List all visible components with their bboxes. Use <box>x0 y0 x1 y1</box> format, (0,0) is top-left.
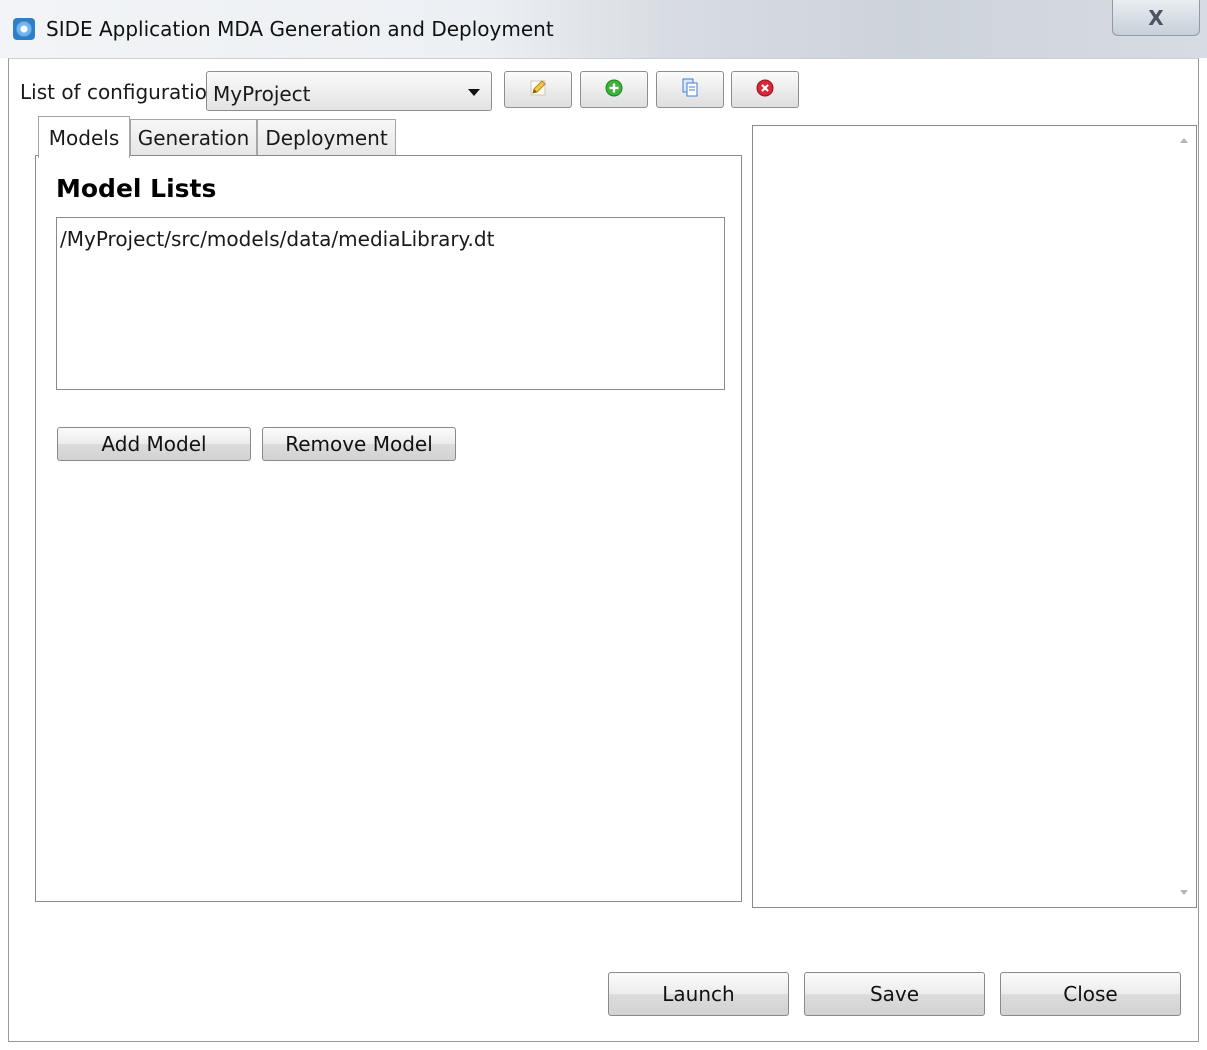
scroll-down-arrow-icon[interactable] <box>1180 890 1188 895</box>
section-title: Model Lists <box>56 174 217 203</box>
remove-model-button[interactable]: Remove Model <box>262 427 456 461</box>
add-config-button[interactable] <box>580 71 648 108</box>
tab-models-label: Models <box>48 125 120 150</box>
title-bar: SIDE Application MDA Generation and Depl… <box>0 0 1207 58</box>
remove-circle-icon <box>756 79 774 101</box>
plus-circle-icon <box>605 79 623 101</box>
add-model-button[interactable]: Add Model <box>57 427 251 461</box>
vertical-scrollbar[interactable] <box>1172 126 1196 907</box>
launch-button[interactable]: Launch <box>608 972 789 1016</box>
config-select-value: MyProject <box>213 82 311 106</box>
window-title: SIDE Application MDA Generation and Depl… <box>46 17 554 41</box>
list-item[interactable]: /MyProject/src/models/data/mediaLibrary.… <box>60 227 494 251</box>
scroll-up-arrow-icon[interactable] <box>1180 138 1188 143</box>
tab-deployment[interactable]: Deployment <box>257 119 396 155</box>
window-close-button[interactable]: X <box>1112 0 1200 36</box>
models-tab-panel: Model Lists /MyProject/src/models/data/m… <box>35 155 742 902</box>
tab-models[interactable]: Models <box>38 116 130 158</box>
edit-config-button[interactable] <box>504 71 572 108</box>
model-list[interactable]: /MyProject/src/models/data/mediaLibrary.… <box>56 217 725 390</box>
close-button[interactable]: Close <box>1000 972 1181 1016</box>
delete-config-button[interactable] <box>731 71 799 108</box>
copy-icon <box>681 78 699 102</box>
pencil-icon <box>528 78 548 102</box>
config-select[interactable]: MyProject <box>206 71 492 111</box>
app-icon <box>13 18 35 40</box>
tab-generation-label: Generation <box>137 125 250 150</box>
config-list-label: List of configuratio <box>20 80 206 104</box>
dialog-window: SIDE Application MDA Generation and Depl… <box>0 0 1207 1050</box>
tab-generation[interactable]: Generation <box>130 119 257 155</box>
tab-deployment-label: Deployment <box>265 125 388 150</box>
save-button[interactable]: Save <box>804 972 985 1016</box>
chevron-down-icon <box>468 89 480 96</box>
output-text-area[interactable] <box>752 125 1197 908</box>
copy-config-button[interactable] <box>656 71 724 108</box>
